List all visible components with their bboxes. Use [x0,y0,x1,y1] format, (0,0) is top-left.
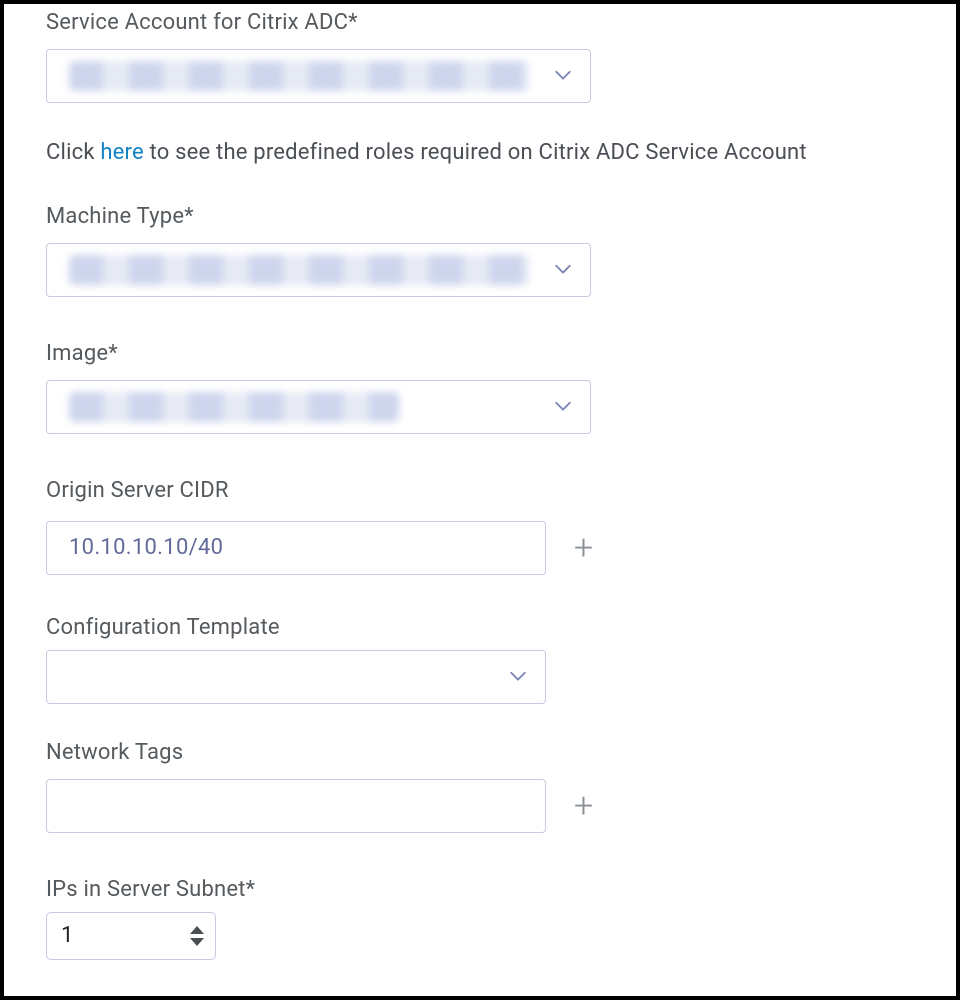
machine-type-select[interactable] [46,243,591,297]
chevron-down-icon [552,394,574,416]
add-cidr-button[interactable]: + [574,531,593,565]
add-tag-button[interactable]: + [574,789,593,823]
service-account-label: Service Account for Citrix ADC* [46,10,914,35]
chevron-down-icon [552,64,574,86]
network-tags-label: Network Tags [46,740,914,765]
helper-link[interactable]: here [100,140,144,165]
redacted-content [69,255,529,285]
origin-cidr-input[interactable]: 10.10.10.10/40 [46,521,546,575]
redacted-content [69,61,529,91]
helper-suffix: to see the predefined roles required on … [144,140,807,165]
config-template-label: Configuration Template [46,615,914,640]
ips-subnet-label: IPs in Server Subnet* [46,877,914,902]
chevron-down-icon [507,664,529,686]
image-label: Image* [46,341,914,366]
helper-text: Click here to see the predefined roles r… [46,139,914,168]
service-account-select[interactable] [46,49,591,103]
origin-cidr-label: Origin Server CIDR [46,478,914,503]
ips-subnet-stepper[interactable]: 1 [46,912,216,960]
image-select[interactable] [46,380,591,434]
form-panel: Service Account for Citrix ADC* Click he… [0,0,960,1000]
stepper-up-icon[interactable] [189,925,205,935]
ips-subnet-value: 1 [61,923,73,948]
redacted-content [69,392,399,422]
network-tags-input[interactable] [46,779,546,833]
helper-prefix: Click [46,140,100,165]
config-template-select[interactable] [46,650,546,704]
chevron-down-icon [552,257,574,279]
machine-type-label: Machine Type* [46,204,914,229]
stepper-down-icon[interactable] [189,937,205,947]
